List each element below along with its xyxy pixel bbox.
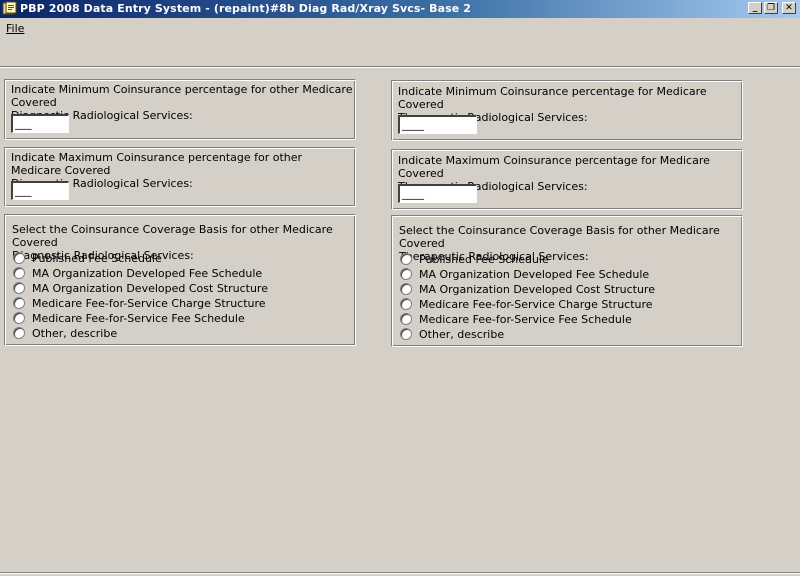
- radio-label: Medicare Fee-for-Service Charge Structur…: [32, 297, 266, 310]
- therapeutic-coverage-basis-panel: Select the Coinsurance Coverage Basis fo…: [391, 215, 743, 347]
- diagnostic-min-coinsurance-field[interactable]: ___: [11, 114, 69, 133]
- menu-separator: [0, 66, 800, 68]
- therapeutic-max-coinsurance-panel: Indicate Maximum Coinsurance percentage …: [391, 149, 743, 210]
- radio-label: Other, describe: [32, 327, 118, 340]
- radio-label: MA Organization Developed Cost Structure: [419, 283, 655, 296]
- radio-label: MA Organization Developed Cost Structure: [32, 282, 268, 295]
- menu-bar: File: [0, 18, 800, 38]
- radio-button[interactable]: [13, 252, 25, 264]
- radio-button[interactable]: [13, 297, 25, 309]
- radio-label: Medicare Fee-for-Service Fee Schedule: [32, 312, 245, 325]
- diagnostic-max-coinsurance-panel: Indicate Maximum Coinsurance percentage …: [4, 147, 356, 207]
- radio-button[interactable]: [400, 328, 412, 340]
- title-bar: PBP 2008 Data Entry System - (repaint)#8…: [0, 0, 800, 18]
- therapeutic-min-coinsurance-field[interactable]: ____: [398, 115, 477, 134]
- radio-label: MA Organization Developed Fee Schedule: [419, 268, 650, 281]
- radio-button[interactable]: [13, 312, 25, 324]
- menu-file[interactable]: File: [6, 22, 24, 35]
- minimize-button[interactable]: _: [748, 2, 762, 14]
- radio-button[interactable]: [13, 327, 25, 339]
- radio-button[interactable]: [400, 313, 412, 325]
- radio-button[interactable]: [400, 253, 412, 265]
- close-button[interactable]: ✕: [782, 2, 796, 14]
- maximize-button[interactable]: ❐: [764, 2, 778, 14]
- diagnostic-max-coinsurance-field[interactable]: ___: [11, 181, 69, 200]
- radio-label: Published Fee Schedule: [419, 253, 549, 266]
- therapeutic-min-coinsurance-panel: Indicate Minimum Coinsurance percentage …: [391, 80, 743, 141]
- radio-label: Medicare Fee-for-Service Charge Structur…: [419, 298, 653, 311]
- window-title: PBP 2008 Data Entry System - (repaint)#8…: [20, 2, 472, 15]
- radio-button[interactable]: [13, 282, 25, 294]
- status-separator: [0, 572, 800, 574]
- radio-button[interactable]: [400, 298, 412, 310]
- radio-button[interactable]: [400, 283, 412, 295]
- radio-label: MA Organization Developed Fee Schedule: [32, 267, 263, 280]
- app-icon[interactable]: [2, 1, 17, 16]
- radio-label: Other, describe: [419, 328, 505, 341]
- diagnostic-coverage-basis-panel: Select the Coinsurance Coverage Basis fo…: [4, 214, 356, 346]
- diagnostic-min-coinsurance-panel: Indicate Minimum Coinsurance percentage …: [4, 79, 356, 140]
- radio-button[interactable]: [13, 267, 25, 279]
- radio-label: Medicare Fee-for-Service Fee Schedule: [419, 313, 632, 326]
- radio-label: Published Fee Schedule: [32, 252, 162, 265]
- therapeutic-max-coinsurance-field[interactable]: ____: [398, 184, 477, 203]
- radio-button[interactable]: [400, 268, 412, 280]
